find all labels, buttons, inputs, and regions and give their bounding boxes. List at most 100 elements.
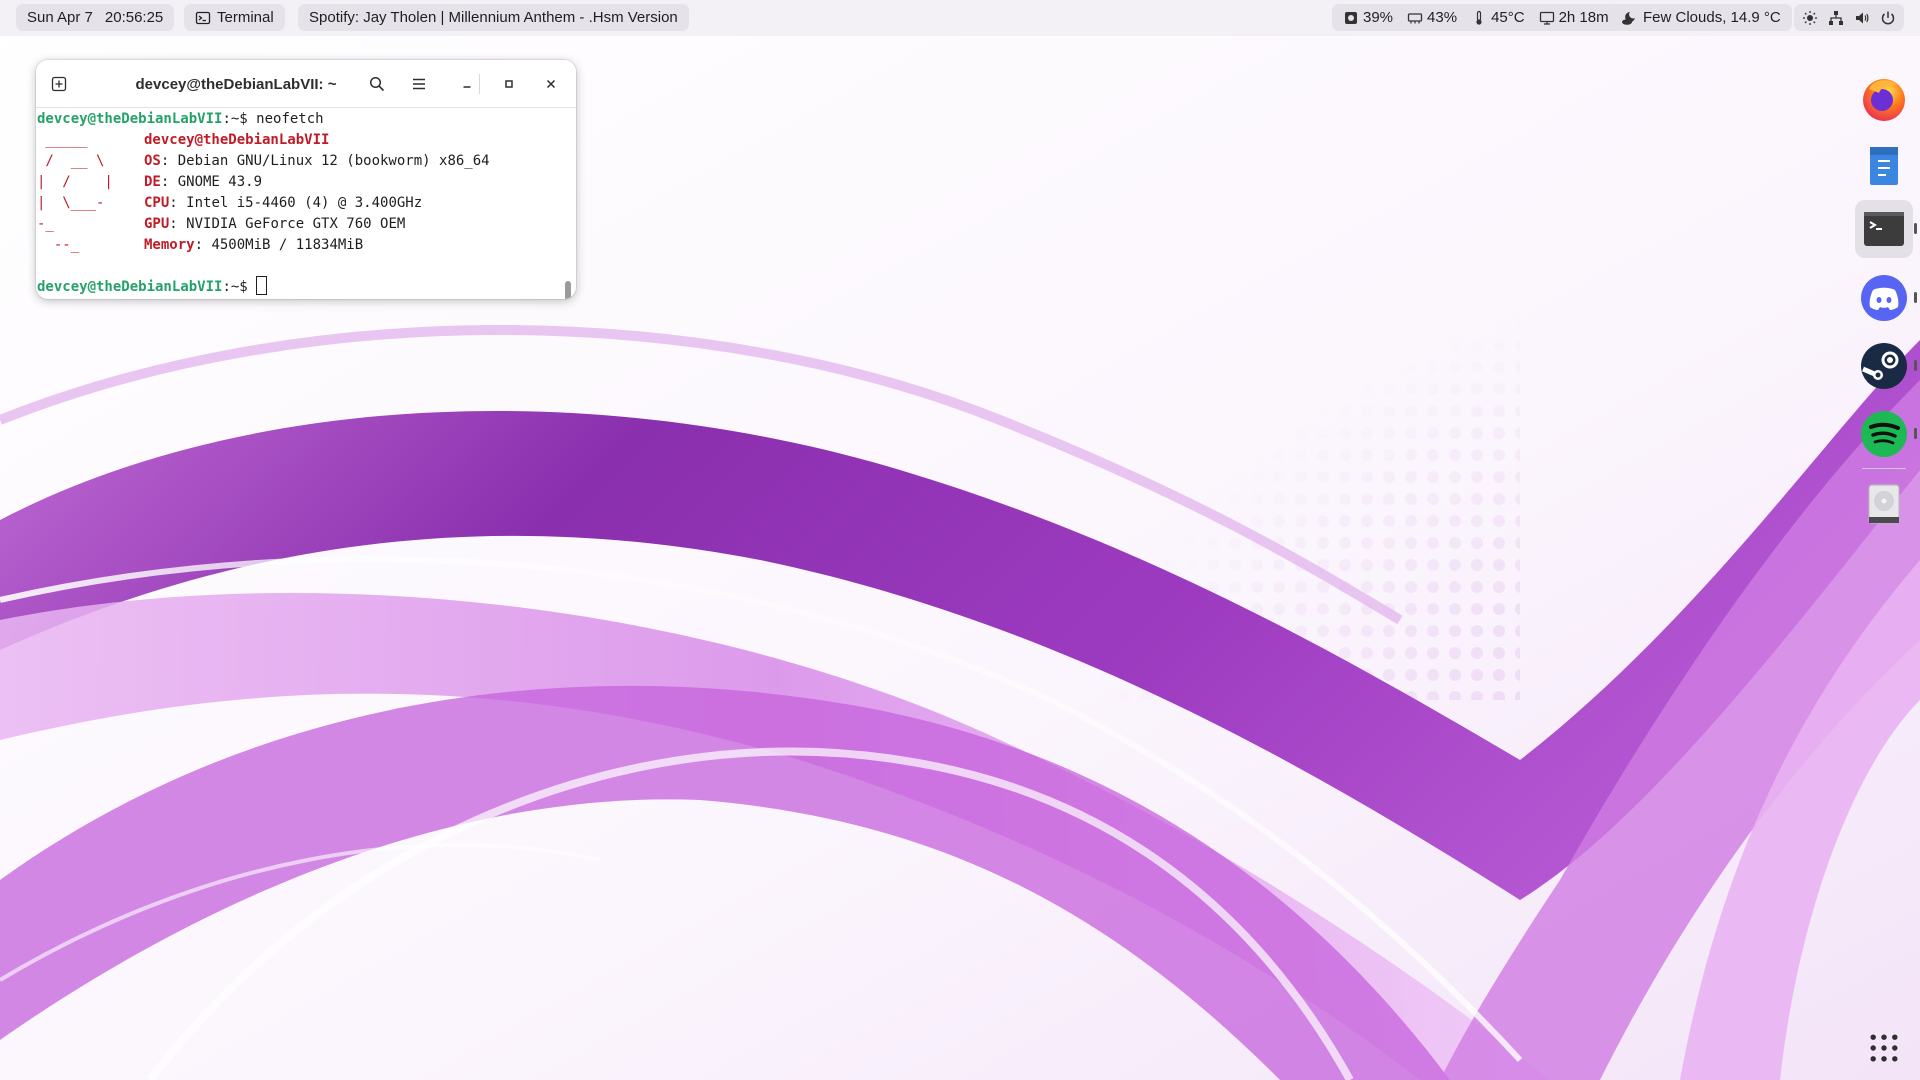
brightness-icon (1802, 10, 1818, 26)
terminal-app-label: Terminal (217, 9, 274, 26)
uptime: 2h 18m (1558, 9, 1609, 26)
clock-button[interactable]: Sun Apr 7 20:56:25 (16, 4, 175, 31)
prompt-line[interactable]: devcey@theDebianLabVII:~$ (37, 276, 268, 298)
maximize-button[interactable] (494, 69, 524, 99)
app-grid-icon (1870, 1034, 1898, 1062)
running-indicator (1914, 223, 1917, 234)
terminal-scrollbar[interactable] (565, 281, 571, 299)
info-value: Intel i5-4460 (4) @ 3.400GHz (186, 195, 423, 211)
clock-time: 20:56:25 (104, 9, 164, 26)
memory-usage: 43% (1427, 9, 1458, 26)
text-editor-icon (1870, 147, 1898, 185)
terminal-icon (195, 10, 211, 26)
disk-usage: 39% (1363, 9, 1394, 26)
ascii-line: / __ \ (37, 153, 105, 169)
ascii-line: | \___- (37, 195, 105, 211)
terminal-output[interactable]: devcey@theDebianLabVII:~$ neofetch _____… (36, 109, 576, 299)
dock (1836, 44, 1920, 1080)
discord-icon (1861, 275, 1907, 321)
dock-discord[interactable] (1858, 272, 1910, 324)
system-monitor[interactable]: 39% 43% 45°C 2h 18m (1332, 4, 1620, 31)
running-indicator (1914, 360, 1917, 371)
hard-drive-icon (1868, 484, 1900, 524)
command-text: neofetch (256, 111, 324, 127)
hamburger-menu-icon (411, 76, 427, 92)
prompt-suffix: :~$ (222, 111, 257, 127)
search-icon (369, 76, 385, 92)
info-row: DE: GNOME 43.9 (144, 172, 262, 193)
info-colon: : (194, 237, 212, 253)
info-colon: : (169, 216, 187, 232)
clock-date: Sun Apr 7 (27, 9, 93, 26)
info-key: DE (144, 174, 161, 190)
terminal-app-button[interactable]: Terminal (184, 4, 285, 31)
info-key: CPU (144, 195, 170, 211)
info-key: OS (144, 153, 161, 169)
terminal-window[interactable]: devcey@theDebianLabVII: ~ devcey@theDebi… (36, 60, 576, 299)
steam-icon (1861, 343, 1907, 389)
spotify-icon (1861, 411, 1907, 457)
info-colon: : (160, 153, 178, 169)
weather-label: Few Clouds, 14.9 °C (1643, 9, 1781, 26)
terminal-header-bar[interactable]: devcey@theDebianLabVII: ~ (36, 60, 576, 108)
dock-drive[interactable] (1858, 478, 1910, 530)
info-colon: : (169, 195, 187, 211)
dock-firefox[interactable] (1858, 72, 1910, 124)
info-key: GPU (144, 216, 170, 232)
monitor-icon (1539, 10, 1555, 26)
thermometer-icon (1471, 10, 1487, 26)
network-wired-icon (1828, 10, 1844, 26)
volume-icon (1854, 10, 1870, 26)
ascii-line: | / | (37, 174, 113, 190)
cpu-temperature: 45°C (1491, 9, 1525, 26)
top-bar: Sun Apr 7 20:56:25 Terminal Spotify: Jay… (0, 0, 1920, 36)
prompt-suffix: :~$ (222, 279, 257, 295)
info-row: GPU: NVIDIA GeForce GTX 760 OEM (144, 214, 405, 235)
show-apps-button[interactable] (1858, 1022, 1910, 1074)
dock-terminal[interactable] (1855, 200, 1913, 258)
ascii-line: --_ (37, 237, 80, 253)
new-tab-icon (51, 76, 67, 92)
info-value: 4500MiB / 11834MiB (211, 237, 364, 253)
memory-icon (1407, 10, 1423, 26)
info-header: devcey@theDebianLabVII (144, 132, 330, 148)
menu-button[interactable] (404, 69, 434, 99)
info-row: OS: Debian GNU/Linux 12 (bookworm) x86_6… (144, 151, 490, 172)
disk-icon (1343, 10, 1359, 26)
prompt-user: devcey@theDebianLabVII (37, 279, 223, 295)
weather-indicator[interactable]: Few Clouds, 14.9 °C (1610, 4, 1792, 31)
running-indicator (1914, 428, 1917, 439)
info-row: CPU: Intel i5-4460 (4) @ 3.400GHz (144, 193, 422, 214)
info-value: Debian GNU/Linux 12 (bookworm) x86_64 (177, 153, 490, 169)
minimize-button[interactable] (452, 69, 482, 99)
search-button[interactable] (362, 69, 392, 99)
system-tray[interactable] (1794, 4, 1904, 31)
info-value: GNOME 43.9 (177, 174, 263, 190)
new-tab-button[interactable] (44, 69, 74, 99)
ascii-line: -_ (37, 216, 54, 232)
running-indicator (1914, 292, 1917, 303)
maximize-icon (501, 76, 517, 92)
info-value: NVIDIA GeForce GTX 760 OEM (186, 216, 406, 232)
close-button[interactable] (536, 69, 566, 99)
power-icon (1880, 10, 1896, 26)
media-player-indicator[interactable]: Spotify: Jay Tholen | Millennium Anthem … (298, 4, 689, 31)
text-cursor (256, 276, 268, 295)
dock-spotify[interactable] (1858, 408, 1910, 460)
close-icon (543, 76, 559, 92)
terminal-title: devcey@theDebianLabVII: ~ (135, 75, 337, 93)
firefox-icon (1863, 79, 1905, 121)
info-row: Memory: 4500MiB / 11834MiB (144, 235, 363, 256)
prompt-user: devcey@theDebianLabVII (37, 111, 223, 127)
dock-text-editor[interactable] (1858, 140, 1910, 192)
dock-steam[interactable] (1858, 340, 1910, 392)
minimize-icon (459, 76, 475, 92)
dock-separator (1862, 468, 1906, 469)
terminal-icon (1864, 212, 1904, 246)
weather-night-cloud-icon (1621, 10, 1637, 26)
media-label: Spotify: Jay Tholen | Millennium Anthem … (309, 9, 678, 26)
info-colon: : (160, 174, 178, 190)
ascii-line: _____ (37, 132, 88, 148)
info-key: Memory (144, 237, 195, 253)
command-line: devcey@theDebianLabVII:~$ neofetch (37, 109, 324, 130)
